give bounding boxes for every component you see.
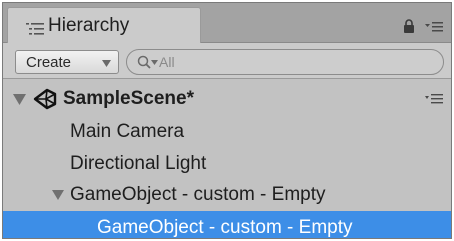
search-input[interactable] xyxy=(159,52,419,72)
lock-icon[interactable] xyxy=(403,19,415,33)
search-icon xyxy=(137,55,151,69)
search-filter-caret-icon[interactable] xyxy=(151,60,158,65)
tab-strip: Hierarchy xyxy=(3,3,451,43)
scene-name: SampleScene* xyxy=(63,88,194,109)
list-item-gameobject-parent[interactable]: GameObject - custom - Empty xyxy=(3,178,451,211)
hierarchy-window: Hierarchy Create All SampleScene* Main C… xyxy=(2,2,452,239)
create-label: Create xyxy=(26,54,72,71)
list-item-gameobject-child[interactable]: GameObject - custom - Empty xyxy=(3,211,451,238)
create-button[interactable]: Create xyxy=(15,50,119,74)
expand-arrow-icon[interactable] xyxy=(13,94,26,105)
dropdown-caret-icon xyxy=(102,60,111,67)
scene-row[interactable]: SampleScene* xyxy=(3,82,451,115)
list-item-label: Main Camera xyxy=(70,121,185,142)
list-item-label: GameObject - custom - Empty xyxy=(70,184,326,205)
list-item-directional-light[interactable]: Directional Light xyxy=(3,147,451,180)
list-icon xyxy=(26,23,44,35)
panel-menu-icon[interactable] xyxy=(425,21,443,33)
list-item-label: Directional Light xyxy=(70,153,207,174)
unity-logo-icon xyxy=(33,88,57,110)
expand-arrow-icon[interactable] xyxy=(52,190,64,200)
tab-title: Hierarchy xyxy=(48,15,130,36)
search-field[interactable] xyxy=(126,49,444,75)
toolbar: Create xyxy=(3,43,451,79)
scene-menu-icon[interactable] xyxy=(425,94,443,104)
list-item-main-camera[interactable]: Main Camera xyxy=(3,115,451,148)
list-item-label: GameObject - custom - Empty xyxy=(97,217,353,238)
tab-hierarchy[interactable]: Hierarchy xyxy=(7,7,201,43)
